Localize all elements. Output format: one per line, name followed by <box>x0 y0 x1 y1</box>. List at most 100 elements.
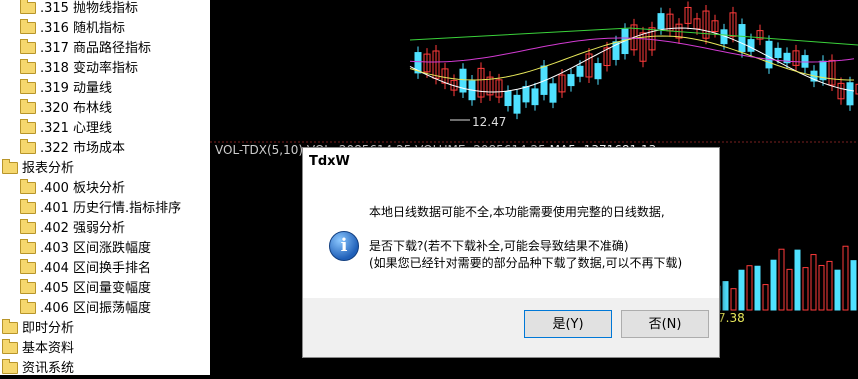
tree-group-label: 即时分析 <box>22 321 75 336</box>
tree-item[interactable]: .320 布林线 <box>20 98 112 119</box>
candle-body <box>846 82 854 106</box>
no-button[interactable]: 否(N) <box>621 310 709 338</box>
tree-item[interactable]: .405 区间量变幅度 <box>20 278 151 299</box>
tree-group[interactable]: 基本资料 <box>2 338 75 359</box>
volume-bar <box>762 284 769 311</box>
tree-item[interactable]: .404 区间换手排名 <box>20 258 151 279</box>
volume-bar <box>802 267 809 311</box>
tree-item-label: 区间振荡幅度 <box>72 301 151 316</box>
volume-bar <box>738 269 745 311</box>
candle-body <box>765 40 773 69</box>
tree-item-code: .317 <box>40 41 69 56</box>
folder-icon <box>2 158 18 174</box>
tree-item-code: .322 <box>40 141 69 156</box>
candle-body <box>549 83 557 103</box>
tree-item[interactable]: .321 心理线 <box>20 118 112 139</box>
volume-bar <box>746 265 753 311</box>
dialog-body: i 本地日线数据可能不全,本功能需要使用完整的日线数据, 是否下载?(若不下载补… <box>303 176 719 298</box>
candle-body <box>522 86 530 103</box>
tree-item[interactable]: .316 随机指标 <box>20 18 125 39</box>
volume-bar <box>818 264 825 311</box>
tree-item-code: .316 <box>40 21 69 36</box>
tree-item-label: 布林线 <box>72 101 112 116</box>
folder-icon <box>20 258 36 274</box>
candle-body <box>657 13 665 30</box>
tree-item-code: .400 <box>40 181 69 196</box>
tree-item[interactable]: .319 动量线 <box>20 78 112 99</box>
candle-body <box>576 65 584 77</box>
folder-icon <box>20 198 36 214</box>
folder-icon <box>20 238 36 254</box>
tree-item[interactable]: .322 市场成本 <box>20 138 125 159</box>
candle-body <box>801 55 809 68</box>
tree-item-code: .402 <box>40 221 69 236</box>
volume-bar <box>834 269 841 311</box>
candle-body <box>774 47 782 59</box>
tree-group-label: 基本资料 <box>22 341 75 356</box>
volume-bar <box>794 249 801 311</box>
folder-icon <box>2 318 18 334</box>
tree-item-label: 区间换手排名 <box>72 261 151 276</box>
candle-body <box>531 88 539 106</box>
tree-item-label: 动量线 <box>72 81 112 96</box>
tree-item-label: 强弱分析 <box>72 221 125 236</box>
candle-body <box>513 94 521 114</box>
tree-item-code: .404 <box>40 261 69 276</box>
volume-bar <box>786 268 793 311</box>
folder-icon <box>20 38 36 54</box>
tree-group[interactable]: 报表分析 <box>2 158 75 179</box>
info-icon: i <box>329 231 359 261</box>
folder-icon <box>20 0 36 14</box>
tree-item-code: .406 <box>40 301 69 316</box>
tree-item[interactable]: .400 板块分析 <box>20 178 125 199</box>
tree-item-label: 市场成本 <box>72 141 125 156</box>
candle-body <box>738 24 746 53</box>
tree-item-label: 商品路径指标 <box>72 41 151 56</box>
folder-icon <box>2 338 18 354</box>
folder-icon <box>20 278 36 294</box>
tree-item-label: 区间涨跌幅度 <box>72 241 151 256</box>
candle-body <box>747 39 755 52</box>
tree-group[interactable]: 即时分析 <box>2 318 75 339</box>
volume-bar <box>850 260 857 311</box>
tree-item-label: 抛物线指标 <box>72 1 138 16</box>
folder-icon <box>20 18 36 34</box>
candle-body <box>567 74 575 87</box>
function-tree: .315 抛物线指标 .316 随机指标 .317 商品路径指标 .318 变动率指标 .319… <box>0 0 210 375</box>
volume-bar <box>730 288 737 311</box>
yes-button[interactable]: 是(Y) <box>524 310 612 338</box>
tree-item-code: .405 <box>40 281 69 296</box>
tree-group[interactable]: 资讯系统 <box>2 358 74 375</box>
tree-item-label: 历史行情.指标排序 <box>72 201 182 216</box>
folder-icon <box>20 118 36 134</box>
tree-item[interactable]: .402 强弱分析 <box>20 218 125 239</box>
volume-bar <box>778 248 785 311</box>
tree-group-label: 报表分析 <box>22 161 75 176</box>
tree-item[interactable]: .406 区间振荡幅度 <box>20 298 151 319</box>
volume-bar <box>810 254 817 311</box>
folder-icon <box>20 58 36 74</box>
volume-bar <box>754 265 761 311</box>
tree-item[interactable]: .315 抛物线指标 <box>20 0 138 19</box>
dialog-message-line2: 是否下载?(若不下载补全,可能会导致结果不准确) <box>369 239 629 253</box>
dialog-titlebar[interactable]: TdxW <box>303 148 719 176</box>
tree-item[interactable]: .318 变动率指标 <box>20 58 138 79</box>
tree-item-code: .320 <box>40 101 69 116</box>
tree-item[interactable]: .317 商品路径指标 <box>20 38 151 59</box>
tree-item-code: .315 <box>40 1 69 16</box>
tree-item[interactable]: .403 区间涨跌幅度 <box>20 238 151 259</box>
tree-item-code: .321 <box>40 121 69 136</box>
tree-item[interactable]: .401 历史行情.指标排序 <box>20 198 182 219</box>
volume-bar <box>842 245 849 311</box>
tree-item-code: .318 <box>40 61 69 76</box>
tree-item-code: .403 <box>40 241 69 256</box>
volume-bar <box>826 260 833 311</box>
tree-item-label: 心理线 <box>72 121 112 136</box>
dialog-title: TdxW <box>309 154 350 169</box>
folder-icon <box>20 78 36 94</box>
tree-item-code: .319 <box>40 81 69 96</box>
folder-icon <box>20 98 36 114</box>
tree-item-label: 区间量变幅度 <box>72 281 151 296</box>
download-dialog: TdxW i 本地日线数据可能不全,本功能需要使用完整的日线数据, 是否下载?(… <box>302 147 720 358</box>
low-price-label: 12.47 <box>472 115 506 129</box>
